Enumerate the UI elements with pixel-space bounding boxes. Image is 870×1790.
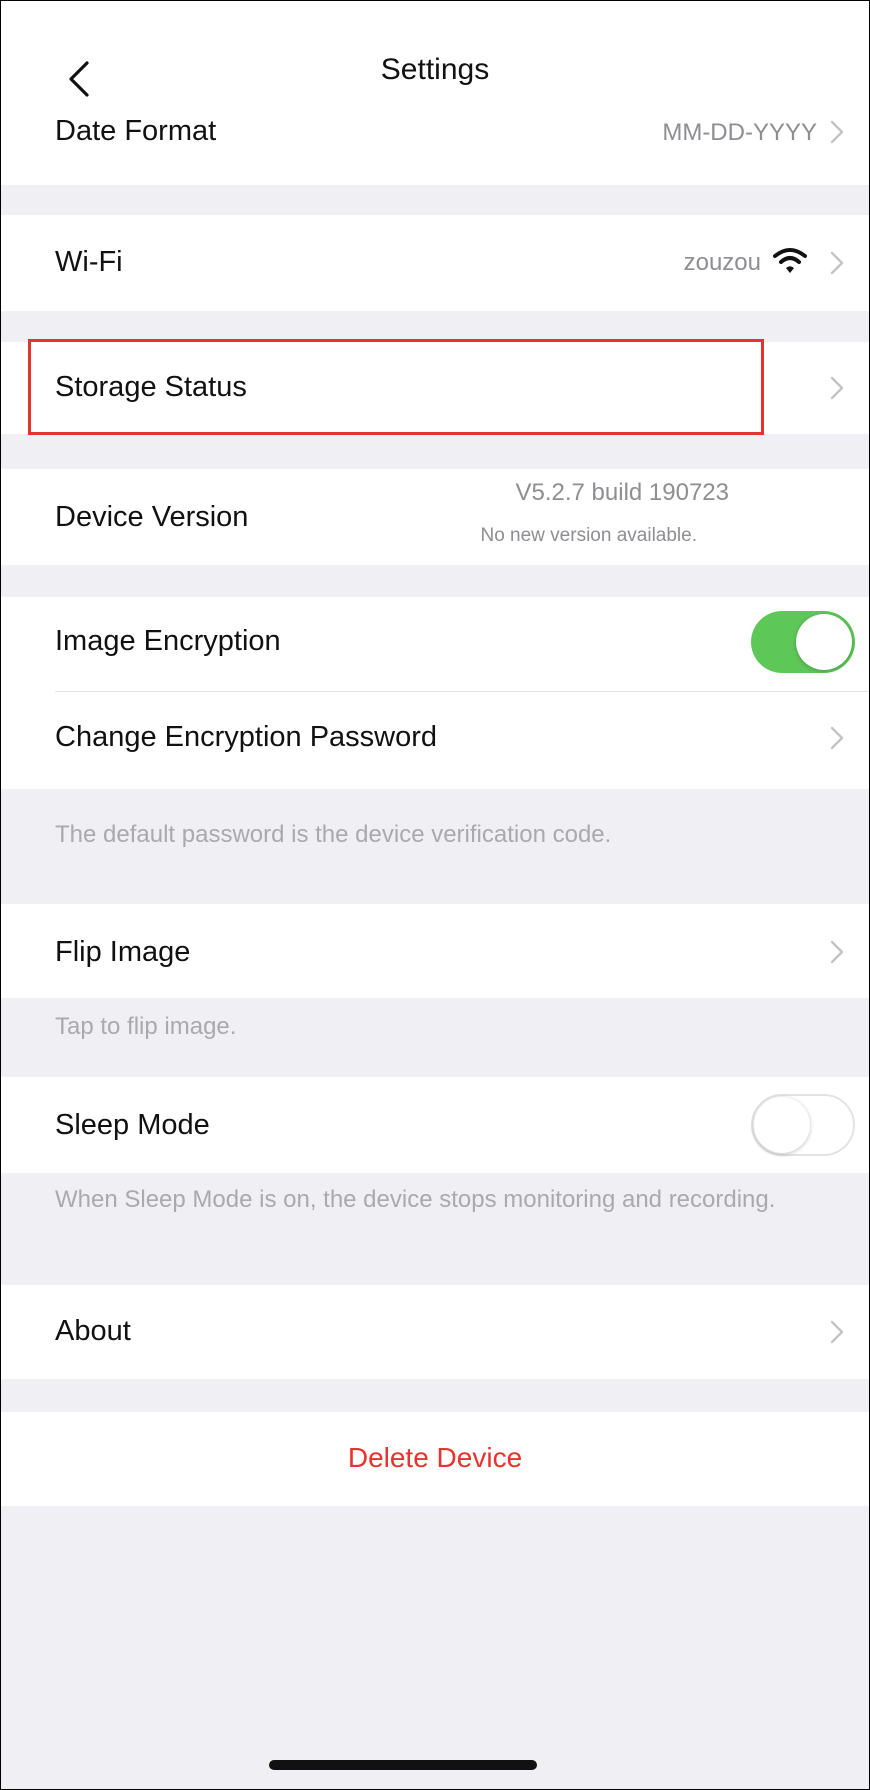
page-title: Settings — [380, 53, 490, 86]
chevron-right-icon — [830, 376, 844, 400]
sleep-mode-label: Sleep Mode — [55, 1109, 210, 1141]
delete-device-row[interactable]: Delete Device — [1, 1412, 869, 1506]
toggle-knob — [796, 614, 852, 670]
device-version-row: Device Version V5.2.7 build 190723 No ne… — [1, 469, 869, 565]
sleep-mode-row: Sleep Mode — [1, 1077, 869, 1173]
device-version-value: V5.2.7 build 190723 — [515, 479, 729, 506]
change-encryption-password-row[interactable]: Change Encryption Password — [1, 693, 869, 789]
sleep-mode-footer: When Sleep Mode is on, the device stops … — [55, 1186, 776, 1213]
chevron-right-icon — [830, 1320, 844, 1344]
wifi-network-name: zouzou — [683, 249, 761, 276]
encryption-group: Image Encryption Change Encryption Passw… — [1, 597, 869, 789]
sleep-mode-toggle[interactable] — [751, 1094, 855, 1156]
settings-screen: Settings Date Format MM-DD-YYYY Wi-Fi zo… — [0, 0, 870, 1790]
wifi-icon — [773, 248, 807, 273]
encryption-footer: The default password is the device verif… — [55, 821, 612, 848]
about-row[interactable]: About — [1, 1285, 869, 1379]
device-version-note: No new version available. — [480, 525, 697, 546]
toggle-knob — [754, 1097, 810, 1153]
date-format-value: MM-DD-YYYY — [662, 119, 817, 146]
flip-image-label: Flip Image — [55, 936, 191, 968]
chevron-right-icon — [830, 251, 844, 275]
chevron-right-icon — [830, 120, 844, 144]
flip-image-footer: Tap to flip image. — [55, 1013, 237, 1040]
home-indicator — [269, 1760, 537, 1770]
date-format-row[interactable]: Date Format MM-DD-YYYY — [1, 105, 869, 185]
nav-bar: Settings — [1, 1, 869, 105]
chevron-right-icon — [830, 940, 844, 964]
highlight-box — [28, 339, 764, 435]
image-encryption-toggle[interactable] — [751, 611, 855, 673]
image-encryption-label: Image Encryption — [55, 625, 281, 657]
wifi-label: Wi-Fi — [55, 246, 123, 278]
flip-image-row[interactable]: Flip Image — [1, 904, 869, 998]
wifi-row[interactable]: Wi-Fi zouzou — [1, 215, 869, 311]
divider — [55, 691, 869, 692]
date-format-label: Date Format — [55, 115, 217, 147]
change-password-label: Change Encryption Password — [55, 721, 438, 753]
device-version-label: Device Version — [55, 501, 249, 533]
delete-device-button[interactable]: Delete Device — [1, 1442, 869, 1474]
about-label: About — [55, 1315, 131, 1347]
chevron-right-icon — [830, 726, 844, 750]
